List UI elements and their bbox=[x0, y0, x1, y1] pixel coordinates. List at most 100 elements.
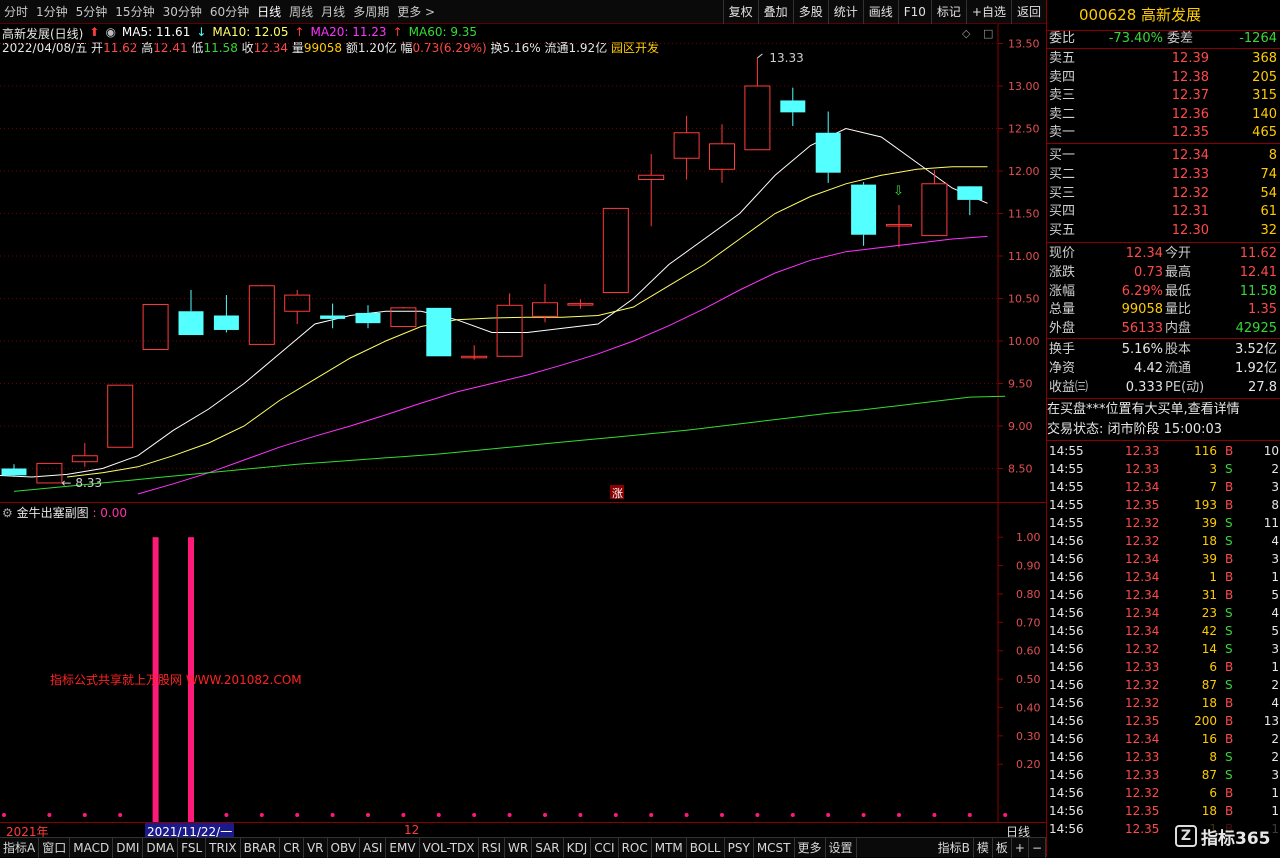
tick-row[interactable]: 14:56 12.34 39 B 3 bbox=[1047, 550, 1280, 568]
tick-row[interactable]: 14:55 12.35 193 B 8 bbox=[1047, 496, 1280, 514]
period-tab[interactable]: 月线 bbox=[317, 3, 349, 20]
toolbar-button[interactable]: 多股 bbox=[792, 0, 828, 24]
candle[interactable] bbox=[71, 443, 98, 467]
tick-row[interactable]: 14:55 12.33 116 B 10 bbox=[1047, 442, 1280, 460]
candle[interactable] bbox=[142, 303, 169, 351]
indicator-tab[interactable]: PSY bbox=[725, 837, 754, 858]
gear-icon[interactable]: ⚙ bbox=[2, 506, 13, 520]
toolbar-button[interactable]: 画线 bbox=[862, 0, 898, 24]
tick-row[interactable]: 14:56 12.35 200 B 13 bbox=[1047, 712, 1280, 730]
period-tab[interactable]: 5分钟 bbox=[72, 3, 112, 20]
indicator-tab[interactable]: ROC bbox=[619, 837, 652, 858]
tick-row[interactable]: 14:56 12.33 6 B 1 bbox=[1047, 658, 1280, 676]
book-row[interactable]: 卖三 12.37 315 bbox=[1047, 87, 1280, 105]
tick-row[interactable]: 14:55 12.34 7 B 3 bbox=[1047, 478, 1280, 496]
indicator-tab[interactable]: VR bbox=[304, 837, 328, 858]
toolbar-button[interactable]: +自选 bbox=[965, 0, 1011, 24]
indicator-tab[interactable]: MCST bbox=[754, 837, 795, 858]
tick-row[interactable]: 14:56 12.34 31 B 5 bbox=[1047, 586, 1280, 604]
indicator-tab[interactable]: FSL bbox=[178, 837, 207, 858]
toolbar-button[interactable]: 标记 bbox=[930, 0, 966, 24]
tick-row[interactable]: 14:56 12.32 6 B 1 bbox=[1047, 784, 1280, 802]
period-tab[interactable]: 日线 bbox=[253, 3, 285, 20]
indicator-tab[interactable]: SAR bbox=[532, 837, 564, 858]
indicator-tab[interactable]: BRAR bbox=[241, 837, 281, 858]
indicator-tab[interactable]: DMI bbox=[113, 837, 144, 858]
tick-row[interactable]: 14:56 12.33 8 S 2 bbox=[1047, 748, 1280, 766]
book-row[interactable]: 买二 12.33 74 bbox=[1047, 166, 1280, 184]
toolbar-button[interactable]: 返回 bbox=[1010, 0, 1046, 24]
bottom-right-button[interactable]: + bbox=[1012, 837, 1029, 858]
book-row[interactable]: 买三 12.32 54 bbox=[1047, 185, 1280, 203]
candle[interactable] bbox=[709, 124, 735, 183]
book-row[interactable]: 卖五 12.39 368 bbox=[1047, 50, 1280, 68]
period-tab[interactable]: 分时 bbox=[0, 3, 32, 20]
tick-row[interactable]: 14:56 12.34 42 S 5 bbox=[1047, 622, 1280, 640]
candle[interactable] bbox=[178, 290, 204, 336]
tick-row[interactable]: 14:56 12.32 18 S 4 bbox=[1047, 532, 1280, 550]
toolbar-button[interactable]: 叠加 bbox=[757, 0, 793, 24]
indicator-tab[interactable]: DMA bbox=[143, 837, 179, 858]
bottom-right-button[interactable]: 模 bbox=[974, 837, 993, 858]
indicator-chart[interactable]: 1.00 0.90 0.80 0.70 0.60 0.50 0.40 0.30 0.20 ⚙ 金… bbox=[0, 502, 1046, 823]
candle[interactable] bbox=[638, 154, 665, 227]
tick-row[interactable]: 14:56 12.32 87 S 2 bbox=[1047, 676, 1280, 694]
candle[interactable] bbox=[248, 284, 275, 345]
candle[interactable] bbox=[36, 462, 63, 484]
candle[interactable] bbox=[744, 57, 771, 151]
big-order-notice[interactable]: 在买盘***位置有大买单,查看详情 bbox=[1047, 401, 1280, 419]
candle[interactable] bbox=[355, 305, 381, 329]
candle[interactable] bbox=[532, 284, 558, 323]
candle[interactable] bbox=[921, 170, 948, 237]
indicator-tab[interactable]: VOL-TDX bbox=[420, 837, 479, 858]
bottom-right-button[interactable]: 板 bbox=[993, 837, 1012, 858]
tick-row[interactable]: 14:56 12.34 1 B 1 bbox=[1047, 568, 1280, 586]
candlestick-chart[interactable]: 高新发展(日线) ⬆ ◉ MA5: 11.61 ↓ MA10: 12.05 ↑ … bbox=[0, 24, 1046, 502]
period-tab[interactable]: 周线 bbox=[285, 3, 317, 20]
toolbar-button[interactable]: F10 bbox=[897, 0, 931, 24]
indicator-tab[interactable]: RSI bbox=[479, 837, 506, 858]
candle[interactable] bbox=[851, 182, 877, 246]
tick-row[interactable]: 14:55 12.32 39 S 11 bbox=[1047, 514, 1280, 532]
indicator-tab[interactable]: BOLL bbox=[687, 837, 725, 858]
candle[interactable] bbox=[567, 299, 594, 309]
period-tab[interactable]: 60分钟 bbox=[206, 3, 253, 20]
candle[interactable] bbox=[461, 345, 488, 360]
toolbar-button[interactable]: 复权 bbox=[722, 0, 758, 24]
candle[interactable] bbox=[780, 87, 806, 126]
candle[interactable] bbox=[815, 111, 841, 183]
tick-row[interactable]: 14:56 12.34 23 S 4 bbox=[1047, 604, 1280, 622]
candle[interactable] bbox=[496, 293, 523, 357]
indicator-tab[interactable]: 指标A bbox=[0, 837, 40, 858]
period-tab[interactable]: 更多 > bbox=[393, 3, 439, 20]
book-row[interactable]: 买五 12.30 32 bbox=[1047, 222, 1280, 240]
bottom-right-button[interactable]: 指标B bbox=[935, 837, 974, 858]
tick-row[interactable]: 14:56 12.32 14 S 3 bbox=[1047, 640, 1280, 658]
candle[interactable] bbox=[1, 464, 27, 477]
tick-row[interactable]: 14:56 12.33 87 S 3 bbox=[1047, 766, 1280, 784]
book-row[interactable]: 卖四 12.38 205 bbox=[1047, 69, 1280, 87]
period-tab[interactable]: 1分钟 bbox=[32, 3, 72, 20]
candlestick-plot[interactable]: 13.50 13.00 12.50 12.00 11.50 11.00 10.50 10.00… bbox=[0, 24, 1046, 502]
indicator-tab[interactable]: OBV bbox=[328, 837, 361, 858]
candle[interactable] bbox=[602, 207, 629, 294]
book-row[interactable]: 买四 12.31 61 bbox=[1047, 203, 1280, 221]
book-row[interactable]: 卖二 12.36 140 bbox=[1047, 106, 1280, 124]
candle[interactable] bbox=[390, 307, 417, 328]
candle[interactable] bbox=[673, 115, 700, 180]
book-row[interactable]: 买一 12.34 8 bbox=[1047, 147, 1280, 165]
candle[interactable] bbox=[886, 205, 912, 248]
tick-row[interactable]: 14:56 12.32 18 B 4 bbox=[1047, 694, 1280, 712]
indicator-tab[interactable]: 更多 bbox=[795, 837, 826, 858]
indicator-tab[interactable]: EMV bbox=[386, 837, 420, 858]
book-row[interactable]: 卖一 12.35 465 bbox=[1047, 124, 1280, 142]
bottom-right-button[interactable]: − bbox=[1029, 837, 1046, 858]
indicator-tab[interactable]: CR bbox=[280, 837, 304, 858]
period-tab[interactable]: 30分钟 bbox=[159, 3, 206, 20]
indicator-tab[interactable]: MTM bbox=[652, 837, 687, 858]
indicator-tab[interactable]: 设置 bbox=[826, 837, 857, 858]
indicator-plot[interactable]: 1.00 0.90 0.80 0.70 0.60 0.50 0.40 0.30 0.20 bbox=[0, 503, 1046, 823]
indicator-tab[interactable]: CCI bbox=[591, 837, 619, 858]
indicator-tab[interactable]: TRIX bbox=[206, 837, 241, 858]
indicator-tab[interactable]: 窗口 bbox=[39, 837, 71, 858]
